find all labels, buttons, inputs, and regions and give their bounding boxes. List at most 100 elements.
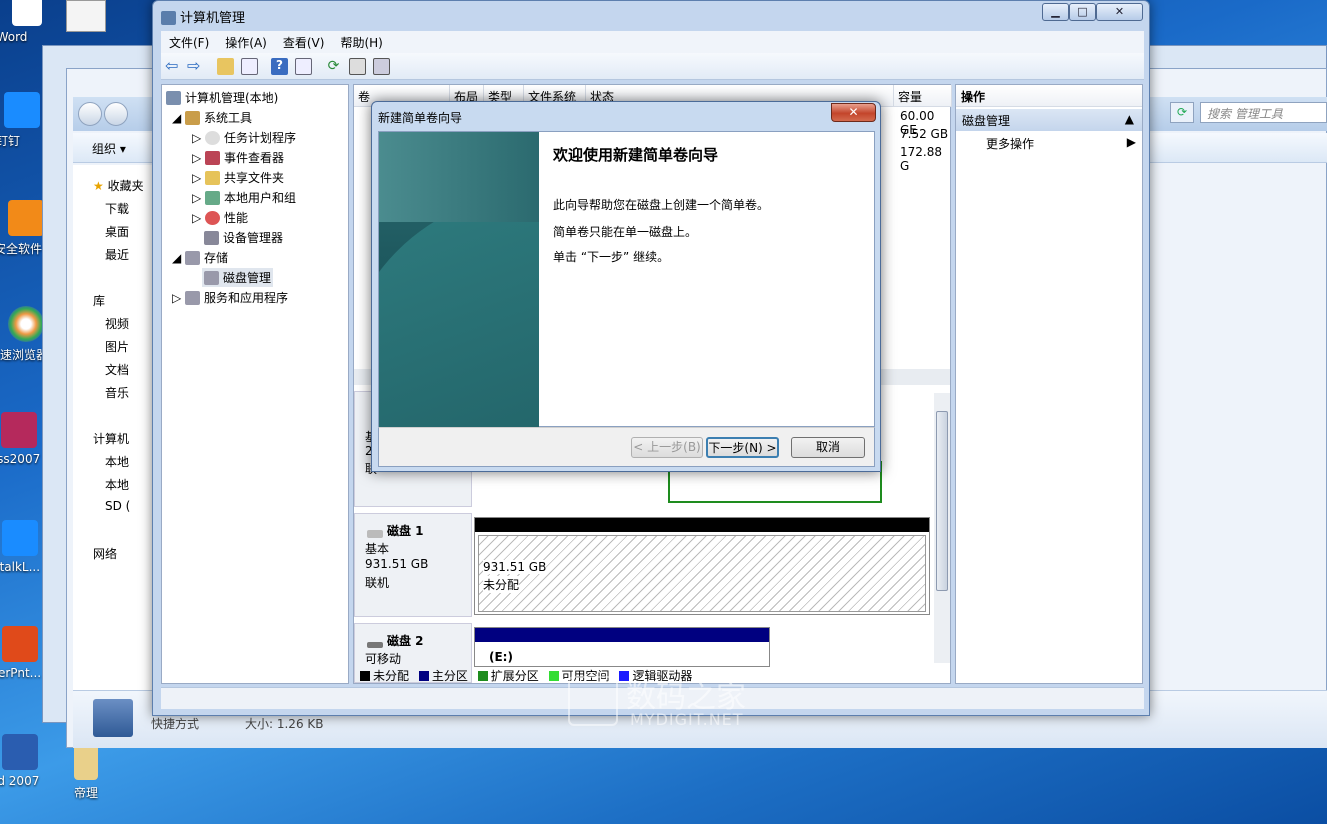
menu-view[interactable]: 查看(V) [275,31,333,54]
shared-folder-icon [205,171,221,185]
legend-swatch-unallocated [360,671,370,681]
disk2-partition-e[interactable]: (E:) [474,627,770,667]
status-name: 快捷方式 [151,717,200,731]
nav-libraries[interactable]: 库 [93,292,105,309]
nav-documents[interactable]: 文档 [105,361,129,378]
nav-videos[interactable]: 视频 [105,315,129,332]
hard-disk-icon [367,530,383,538]
properties-icon[interactable] [349,58,366,75]
tree-task-scheduler[interactable]: ▷ 任务计划程序 [192,129,296,146]
submenu-arrow-icon: ▶ [1126,135,1136,149]
disk1-unallocated-partition[interactable]: 931.51 GB 未分配 [474,517,930,615]
close-button[interactable]: ✕ [1096,3,1143,21]
dialog-title: 新建简单卷向导 [378,111,463,125]
clock-icon [205,131,221,145]
back-button[interactable] [78,102,102,126]
desktop-icon-word[interactable]: Word [0,0,42,44]
menu-help[interactable]: 帮助(H) [332,31,390,54]
disk-view-vscrollbar[interactable] [934,393,950,663]
more-actions-item[interactable]: 更多操作 ▶ [986,135,1136,152]
desktop-icon-dingtalk[interactable]: 钉钉 [0,92,40,149]
desktop-icon-gtalk[interactable]: gtalkL... [0,520,46,574]
tree-performance[interactable]: ▷ 性能 [192,209,248,226]
explorer-search-input[interactable]: 搜索 管理工具 [1200,102,1327,123]
up-folder-icon[interactable] [217,58,234,75]
dialog-close-button[interactable]: ✕ [831,103,876,122]
desktop-icon-security[interactable]: 安全软件 [0,200,48,257]
tree-local-users[interactable]: ▷ 本地用户和组 [192,189,296,206]
back-button-disabled[interactable]: < 上一步(B) [631,437,703,458]
tree-device-manager[interactable]: 设备管理器 [204,229,283,246]
tree-disk-management[interactable]: 磁盘管理 [202,268,274,287]
nav-pictures[interactable]: 图片 [105,338,129,355]
device-manager-icon [204,231,219,245]
desktop-icon-powerpoint[interactable]: verPnt... [0,626,46,680]
new-simple-volume-wizard: 新建简单卷向导 ✕ 欢迎使用新建简单卷向导 此向导帮助您在磁盘上创建一个简单卷。… [371,101,881,472]
actions-pane: 操作 磁盘管理 ▲ 更多操作 ▶ [955,84,1143,684]
refresh-button[interactable]: ⟳ [1170,102,1194,123]
tree-event-viewer[interactable]: ▷ 事件查看器 [192,149,284,166]
legend-swatch-primary [418,671,429,681]
tree-root[interactable]: 计算机管理(本地) [166,89,278,106]
column-capacity[interactable]: 容量 [894,85,952,107]
nav-sd[interactable]: SD ( [105,499,130,513]
tools-icon [185,111,201,125]
minimize-button[interactable]: ▁ [1042,3,1069,21]
nav-downloads[interactable]: 下载 [105,200,129,217]
capacity-row-3: 172.88 G [900,145,942,173]
forward-button[interactable] [104,102,128,126]
show-hide-tree-icon[interactable] [241,58,258,75]
desktop-icon-browser[interactable]: 极速浏览器 [0,306,48,363]
next-button[interactable]: 下一步(N) > [706,437,779,458]
nav-computer[interactable]: 计算机 [93,430,129,447]
wizard-heading: 欢迎使用新建简单卷向导 [553,146,719,164]
disk-management-icon [204,271,219,285]
nav-desktop[interactable]: 桌面 [105,223,129,240]
nav-local-disk-1[interactable]: 本地 [105,453,129,470]
shield-icon [8,200,44,236]
back-arrow-icon[interactable]: ⇦ [165,58,182,75]
nav-favorites[interactable]: ★ 收藏夹 [93,177,144,194]
tree-services[interactable]: ▷ 服务和应用程序 [172,289,288,306]
dingtalk-icon [2,520,38,556]
tree-system-tools[interactable]: ◢ 系统工具 [172,109,252,126]
menu-file[interactable]: 文件(F) [161,31,217,54]
help-icon[interactable]: ? [271,58,288,75]
desktop-icon-folder[interactable]: 帝理 [56,744,116,801]
refresh-icon[interactable]: ⟳ [325,58,342,75]
disk-icon[interactable] [373,58,390,75]
desktop-file-icon[interactable] [66,0,106,32]
nav-local-disk-2[interactable]: 本地 [105,476,129,493]
desktop-icon-access[interactable]: ess2007 [0,412,45,466]
legend-swatch-free [548,671,559,681]
menu-action[interactable]: 操作(A) [217,31,275,54]
shortcut-file-icon [93,699,133,737]
wizard-text-1: 此向导帮助您在磁盘上创建一个简单卷。 [553,198,770,212]
watermark-logo-icon [568,676,618,726]
capacity-row-2: 7.52 GB [900,127,949,141]
actions-section-disk-management[interactable]: 磁盘管理 ▲ [956,109,1142,131]
performance-icon [205,211,221,225]
tree-storage[interactable]: ◢ 存储 [172,249,228,266]
nav-music[interactable]: 音乐 [105,384,129,401]
legend-swatch-extended [477,671,488,681]
wizard-banner [379,132,539,428]
wizard-text-2: 简单卷只能在单一磁盘上。 [553,225,698,239]
word-icon [2,734,38,770]
collapse-icon: ▲ [1124,112,1134,126]
dialog-body: 欢迎使用新建简单卷向导 此向导帮助您在磁盘上创建一个简单卷。 简单卷只能在单一磁… [378,131,875,428]
forward-arrow-icon[interactable]: ⇨ [187,58,204,75]
computer-icon [166,91,181,105]
desktop-icon-word2007[interactable]: rd 2007 [0,734,46,788]
explorer-nav-pane: ★ 收藏夹 下载 桌面 最近 库 视频 图片 文档 音乐 计算机 本地 本地 S… [73,165,163,690]
tree-shared-folders[interactable]: ▷ 共享文件夹 [192,169,284,186]
cancel-button[interactable]: 取消 [791,437,865,458]
nav-recent[interactable]: 最近 [105,246,129,263]
window-title: 计算机管理 [161,7,245,26]
actions-header: 操作 [956,85,1142,107]
powerpoint-icon [2,626,38,662]
nav-network[interactable]: 网络 [93,545,117,562]
organize-button[interactable]: 组织 ▾ [92,140,126,157]
show-hide-action-pane-icon[interactable] [295,58,312,75]
maximize-button[interactable]: □ [1069,3,1096,21]
